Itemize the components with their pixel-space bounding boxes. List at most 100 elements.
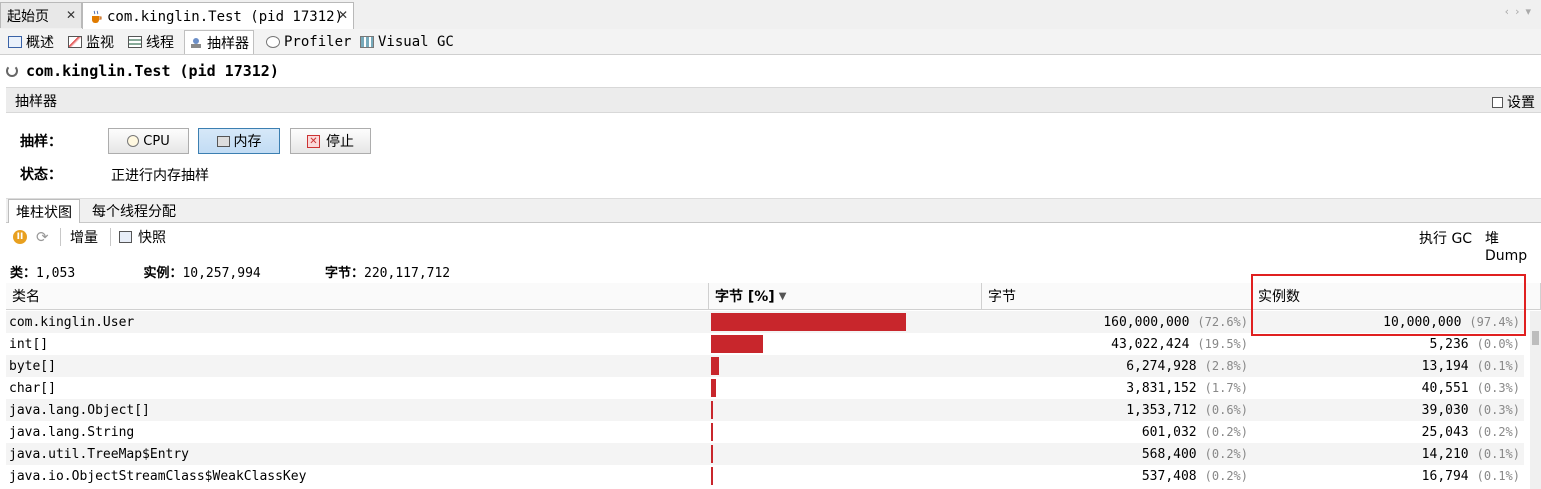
bytes-value: 220,117,712 [364,266,451,281]
bytes-value: 3,831,152 [1126,380,1197,396]
instances-value: 13,194 [1421,358,1469,374]
bytes-percent: (0.6%) [1204,403,1248,417]
tab-label: com.kinglin.Test (pid 17312) [107,8,344,25]
class-name-cell: java.util.TreeMap$Entry [9,446,190,462]
tab-monitor[interactable]: 监视 [64,30,118,53]
tab-navigation-arrows[interactable]: ‹›▾ [1505,5,1537,18]
memory-button[interactable]: 内存 [198,128,280,154]
instances-value: 16,794 [1421,468,1469,484]
bytes-percent-bar [711,445,713,463]
tab-label: Visual GC [378,33,454,50]
bytes-percent-bar [711,423,713,441]
sample-label: 抽样： [20,134,62,150]
table-row[interactable]: java.lang.String 601,032 (0.2%) 25,043 (0.2%… [6,421,1524,443]
instances-percent: (0.3%) [1476,381,1520,395]
close-icon[interactable]: ✕ [338,8,348,22]
classes-label: 类： [10,266,37,281]
stop-button[interactable]: ✕ 停止 [290,128,371,154]
sampler-header: 抽样器 设置 [6,87,1541,113]
clock-icon [127,135,140,147]
instances-cell: 13,194 (0.1%) [1422,355,1520,377]
instances-cell: 40,551 (0.3%) [1422,377,1520,399]
bytes-cell: 568,400 (0.2%) [1142,443,1248,465]
instances-value: 39,030 [1421,402,1469,418]
bytes-value: 43,022,424 [1111,336,1190,352]
pause-icon[interactable]: II [13,230,27,244]
bytes-percent-bar [711,379,716,397]
tab-label: 每个线程分配 [92,204,176,220]
instances-label: 实例： [143,266,183,281]
toolbar-separator [60,228,61,246]
snapshot-button[interactable]: 快照 [138,227,166,247]
column-header-class-name[interactable]: 类名 [6,283,709,310]
tab-profiler[interactable]: Profiler [262,30,355,53]
result-tab-bar: 堆柱状图 每个线程分配 [6,198,1541,223]
table-row[interactable]: char[] 3,831,152 (1.7%) 40,551 (0.3%) [6,377,1524,399]
class-name-cell: java.io.ObjectStreamClass$WeakClassKey [9,468,307,484]
instances-cell: 39,030 (0.3%) [1422,399,1520,421]
delta-button[interactable]: 增量 [70,227,98,247]
instances-value: 14,210 [1421,446,1469,462]
stop-icon: ✕ [307,134,320,148]
class-name-cell: byte[] [9,358,56,374]
column-label: 字节 [%] [715,289,775,305]
close-icon[interactable]: ✕ [66,8,76,22]
instances-percent: (0.2%) [1476,425,1520,439]
tab-threads[interactable]: 线程 [124,30,178,53]
bytes-percent-bar [711,401,713,419]
class-name-cell: int[] [9,336,49,352]
scrollbar-thumb[interactable] [1532,331,1539,345]
bytes-percent-bar [711,357,719,375]
cpu-button-label: CPU [143,133,170,149]
bytes-percent-bar [711,467,713,485]
column-header-bytes[interactable]: 字节 [982,283,1252,310]
tab-visualgc[interactable]: Visual GC [356,30,458,53]
status-label: 状态： [20,167,62,183]
bytes-percent: (2.8%) [1204,359,1248,373]
stop-button-label: 停止 [326,134,354,150]
vertical-scrollbar[interactable] [1530,311,1541,489]
instances-highlight-box [1251,274,1526,336]
instances-value: 40,551 [1421,380,1469,396]
settings-toggle[interactable]: 设置 [1492,92,1535,112]
bytes-cell: 6,274,928 (2.8%) [1126,355,1248,377]
tab-sampler[interactable]: 抽样器 [184,30,254,54]
tab-per-thread-allocations[interactable]: 每个线程分配 [85,199,183,223]
tab-label: 起始页 [7,8,49,25]
table-row[interactable]: int[] 43,022,424 (19.5%) 5,236 (0.0%) [6,333,1524,355]
perform-gc-button[interactable]: 执行 GC [1419,228,1472,248]
bytes-value: 1,353,712 [1126,402,1197,418]
tab-start-page[interactable]: 起始页 ✕ [0,2,82,28]
settings-label: 设置 [1507,95,1535,111]
java-cup-icon [89,10,103,24]
class-name-cell: java.lang.Object[] [9,402,150,418]
tab-label: Profiler [284,33,352,50]
table-row[interactable]: java.util.TreeMap$Entry 568,400 (0.2%) 14,2… [6,443,1524,465]
bytes-cell: 43,022,424 (19.5%) [1111,333,1248,355]
snapshot-icon [119,231,132,243]
instances-cell: 14,210 (0.1%) [1422,443,1520,465]
tab-process[interactable]: com.kinglin.Test (pid 17312) ✕ [82,2,354,30]
class-name-cell: char[] [9,380,56,396]
table-row[interactable]: byte[] 6,274,928 (2.8%) 13,194 (0.1%) [6,355,1524,377]
bytes-cell: 1,353,712 (0.6%) [1126,399,1248,421]
table-row[interactable]: java.io.ObjectStreamClass$WeakClassKey 53… [6,465,1524,487]
document-tab-bar: 起始页 ✕ com.kinglin.Test (pid 17312) ✕ ‹›▾ [0,0,1541,30]
instances-percent: (0.0%) [1476,337,1520,351]
memory-button-label: 内存 [233,134,262,150]
instances-percent: (0.1%) [1476,469,1520,483]
bytes-value: 537,408 [1141,468,1197,484]
bytes-percent: (0.2%) [1204,447,1248,461]
settings-checkbox[interactable] [1492,96,1503,108]
tab-overview[interactable]: 概述 [4,30,58,53]
bytes-label: 字节： [325,266,365,281]
table-row[interactable]: java.lang.Object[] 1,353,712 (0.6%) 39,030 (… [6,399,1524,421]
classes-value: 1,053 [36,266,76,281]
refresh-icon[interactable]: ⟳ [36,228,49,246]
cpu-button[interactable]: CPU [108,128,189,154]
heap-dump-button[interactable]: 堆 Dump [1485,228,1541,264]
class-name-cell: java.lang.String [9,424,135,440]
column-header-bytes-percent[interactable]: 字节 [%] ▼ [709,283,982,310]
instances-cell: 25,043 (0.2%) [1422,421,1520,443]
tab-heap-histogram[interactable]: 堆柱状图 [8,199,80,223]
